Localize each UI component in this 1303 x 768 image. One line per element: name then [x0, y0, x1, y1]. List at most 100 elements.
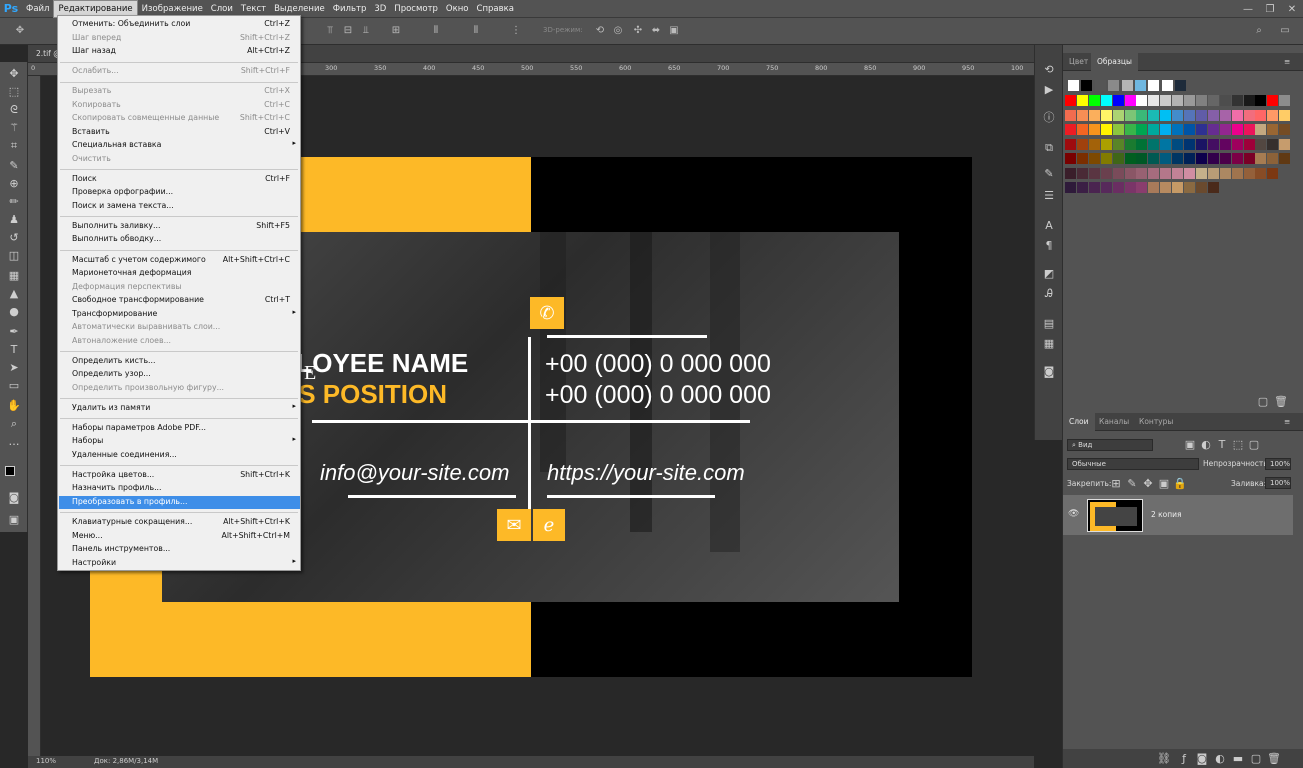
more-tools-icon[interactable]: …: [6, 434, 22, 450]
filter-shape-icon[interactable]: ⬚: [1231, 438, 1245, 452]
swatch[interactable]: [1100, 182, 1112, 193]
edit-menu-item[interactable]: Наборы ▸: [59, 435, 300, 448]
swatch[interactable]: [1184, 109, 1195, 121]
menu-help[interactable]: Справка: [473, 0, 518, 18]
swatch[interactable]: [1148, 167, 1160, 179]
swatch[interactable]: [1231, 109, 1243, 121]
swatch[interactable]: [1100, 124, 1112, 135]
eyedropper-icon[interactable]: ✎: [6, 158, 22, 174]
healing-brush-icon[interactable]: ⊕: [6, 176, 22, 192]
swatch[interactable]: [1255, 167, 1267, 179]
swatch[interactable]: [1279, 109, 1291, 121]
swatch[interactable]: [1255, 153, 1267, 164]
swatch[interactable]: [1195, 138, 1207, 150]
swatch[interactable]: [1160, 124, 1172, 135]
swatch[interactable]: [1207, 95, 1219, 106]
filter-adjustment-icon[interactable]: ◐: [1199, 438, 1213, 452]
swatch[interactable]: [1184, 124, 1195, 135]
lock-artboard-icon[interactable]: ▣: [1157, 477, 1171, 491]
swatch-recent[interactable]: [1068, 80, 1079, 91]
swatch[interactable]: [1112, 95, 1124, 106]
swatch[interactable]: [1231, 95, 1243, 106]
swatch[interactable]: [1172, 167, 1184, 179]
swatch-recent[interactable]: [1161, 80, 1173, 91]
swatch[interactable]: [1207, 167, 1219, 179]
swatch[interactable]: [1065, 109, 1076, 121]
swatch[interactable]: [1065, 138, 1076, 150]
edit-menu-item[interactable]: Проверка орфографии...: [59, 186, 300, 199]
swatch[interactable]: [1148, 124, 1160, 135]
swatch[interactable]: [1184, 167, 1195, 179]
history-panel-icon[interactable]: ⟲: [1042, 63, 1056, 77]
edit-menu-item[interactable]: Поиск и замена текста...: [59, 200, 300, 213]
3d-roll-icon[interactable]: ◎: [612, 25, 624, 37]
filter-pixel-icon[interactable]: ▣: [1183, 438, 1197, 452]
align-bottom-icon[interactable]: ⫫: [360, 25, 372, 37]
layer-comps-icon[interactable]: ◙: [1042, 365, 1056, 379]
swatch[interactable]: [1195, 167, 1207, 179]
marquee-tool-icon[interactable]: ⬚: [6, 84, 22, 100]
distribute-icon[interactable]: ⊞: [390, 25, 402, 37]
swatch[interactable]: [1207, 153, 1219, 164]
menu-view[interactable]: Просмотр: [390, 0, 442, 18]
swatch[interactable]: [1124, 153, 1136, 164]
adjustment-layer-icon[interactable]: ◐: [1213, 752, 1227, 766]
swatch[interactable]: [1207, 124, 1219, 135]
swatch[interactable]: [1148, 153, 1160, 164]
quick-mask-icon[interactable]: ◙: [6, 490, 22, 506]
swatch[interactable]: [1279, 124, 1291, 135]
swatch[interactable]: [1112, 167, 1124, 179]
3d-slide-icon[interactable]: ⬌: [650, 25, 662, 37]
swatch[interactable]: [1148, 182, 1160, 193]
swatch[interactable]: [1100, 138, 1112, 150]
adjustments-icon[interactable]: ☰: [1042, 189, 1056, 203]
fill-input[interactable]: 100%: [1265, 477, 1291, 489]
swatch[interactable]: [1136, 153, 1148, 164]
swatch[interactable]: [1076, 138, 1088, 150]
swatch[interactable]: [1160, 182, 1172, 193]
swatch[interactable]: [1243, 95, 1255, 106]
swatch[interactable]: [1112, 124, 1124, 135]
new-swatch-icon[interactable]: ▢: [1256, 395, 1270, 409]
swatch[interactable]: [1279, 153, 1291, 164]
edit-menu-item[interactable]: Настройка цветов... Shift+Ctrl+K: [59, 469, 300, 482]
minimize-button[interactable]: —: [1237, 0, 1259, 18]
swatch[interactable]: [1076, 153, 1088, 164]
edit-menu-item[interactable]: Специальная вставка ▸: [59, 139, 300, 152]
menu-window[interactable]: Окно: [442, 0, 473, 18]
swatch-recent[interactable]: [1081, 80, 1093, 91]
swatch[interactable]: [1255, 109, 1267, 121]
tab-paths[interactable]: Контуры: [1133, 413, 1179, 431]
swatch[interactable]: [1219, 109, 1231, 121]
opacity-input[interactable]: 100%: [1265, 458, 1291, 470]
swatch-recent[interactable]: [1094, 80, 1106, 91]
swatch[interactable]: [1267, 109, 1279, 121]
swatch[interactable]: [1112, 109, 1124, 121]
swatch[interactable]: [1136, 124, 1148, 135]
swatch[interactable]: [1219, 138, 1231, 150]
menu-file[interactable]: Файл: [22, 0, 53, 18]
swatch[interactable]: [1231, 138, 1243, 150]
swatch[interactable]: [1160, 95, 1172, 106]
edit-menu-item[interactable]: Меню... Alt+Shift+Ctrl+M: [59, 530, 300, 543]
edit-menu-item[interactable]: Шаг назад Alt+Ctrl+Z: [59, 45, 300, 58]
swatch[interactable]: [1195, 153, 1207, 164]
swatch[interactable]: [1136, 167, 1148, 179]
swatch-recent[interactable]: [1135, 80, 1146, 91]
swatch[interactable]: [1124, 124, 1136, 135]
swatch[interactable]: [1243, 124, 1255, 135]
edit-menu-item[interactable]: Выполнить заливку... Shift+F5: [59, 220, 300, 233]
swatch[interactable]: [1267, 138, 1279, 150]
swatch[interactable]: [1088, 124, 1100, 135]
swatch[interactable]: [1076, 95, 1088, 106]
foreground-color-swatch[interactable]: [5, 466, 15, 476]
swatch[interactable]: [1160, 167, 1172, 179]
swatch[interactable]: [1065, 124, 1076, 135]
edit-menu-item[interactable]: Масштаб с учетом содержимого Alt+Shift+Ct…: [59, 254, 300, 267]
edit-menu-item[interactable]: Вставить Ctrl+V: [59, 126, 300, 139]
edit-menu-item[interactable]: Поиск Ctrl+F: [59, 173, 300, 186]
edit-menu-item[interactable]: Преобразовать в профиль...: [59, 495, 300, 509]
align-top-icon[interactable]: ⫪: [324, 25, 336, 37]
tab-channels[interactable]: Каналы: [1093, 413, 1135, 431]
swatch[interactable]: [1112, 153, 1124, 164]
